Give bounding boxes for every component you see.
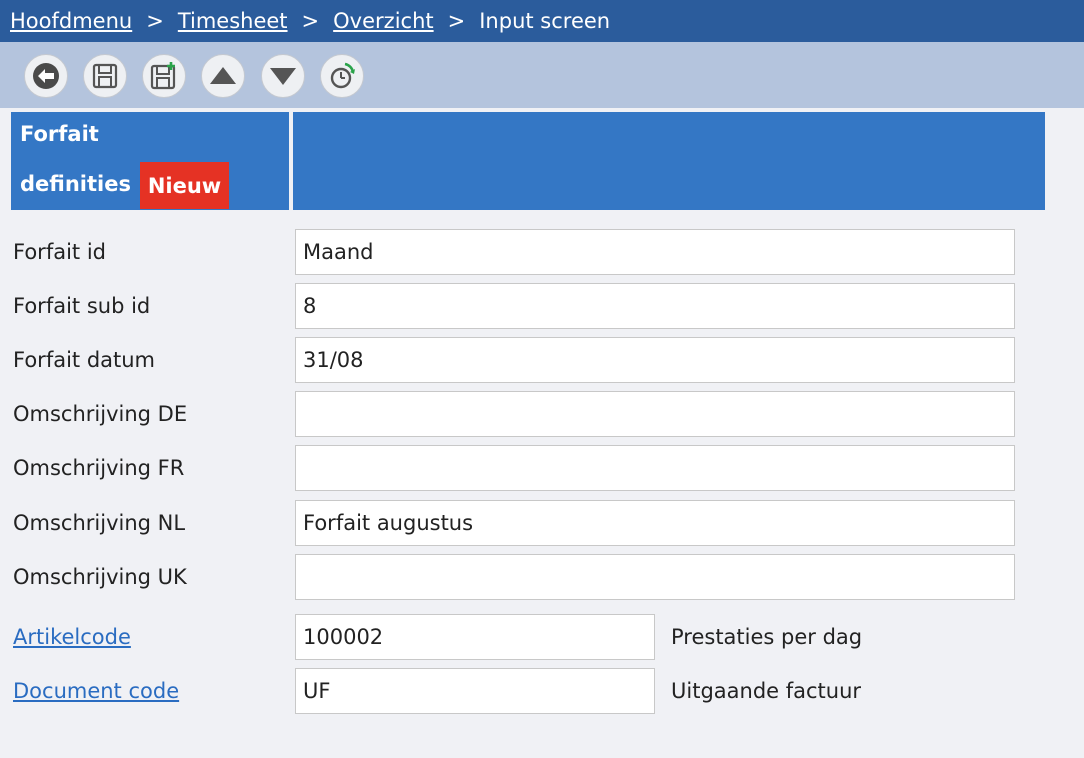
forfait-sub-id-field[interactable] <box>295 283 1015 329</box>
back-button[interactable] <box>24 54 68 98</box>
save-new-button[interactable] <box>142 54 186 98</box>
history-button[interactable] <box>320 54 364 98</box>
field-label: Forfait id <box>13 240 106 264</box>
omschrijving-nl-field[interactable] <box>295 500 1015 546</box>
section-header: Forfait definities Nieuw <box>11 112 289 210</box>
forfait-datum-field[interactable] <box>295 337 1015 383</box>
breadcrumb-link-hoofdmenu[interactable]: Hoofdmenu <box>10 9 132 33</box>
move-down-button[interactable] <box>261 54 305 98</box>
artikelcode-description: Prestaties per dag <box>671 625 863 649</box>
artikelcode-link[interactable]: Artikelcode <box>13 625 131 649</box>
save-button[interactable] <box>83 54 127 98</box>
down-arrow-icon <box>270 68 296 85</box>
section-title: definities <box>20 172 131 196</box>
back-icon <box>33 63 59 89</box>
field-label: Forfait datum <box>13 348 156 372</box>
breadcrumb-link-overzicht[interactable]: Overzicht <box>333 9 433 33</box>
omschrijving-fr-field[interactable] <box>295 445 1015 491</box>
up-arrow-icon <box>210 67 236 84</box>
toolbar <box>0 42 1084 108</box>
omschrijving-uk-field[interactable] <box>295 554 1015 600</box>
save-icon <box>92 63 118 89</box>
breadcrumb-separator: > <box>146 9 164 33</box>
breadcrumb-current: Input screen <box>479 9 611 33</box>
field-label: Omschrijving FR <box>13 456 185 480</box>
artikelcode-field[interactable] <box>295 614 655 660</box>
field-label: Omschrijving NL <box>13 511 186 535</box>
save-new-icon <box>150 62 176 90</box>
breadcrumb-separator: > <box>447 9 466 33</box>
omschrijving-de-field[interactable] <box>295 391 1015 437</box>
field-label: Forfait sub id <box>13 294 151 318</box>
section-title: Forfait <box>20 122 99 146</box>
document-code-link[interactable]: Document code <box>13 679 179 703</box>
move-up-button[interactable] <box>201 54 245 98</box>
breadcrumb: Hoofdmenu > Timesheet > Overzicht > Inpu… <box>0 0 1084 42</box>
history-icon <box>330 62 355 89</box>
field-label: Omschrijving UK <box>13 565 187 589</box>
breadcrumb-link-timesheet[interactable]: Timesheet <box>178 9 288 33</box>
field-label: Omschrijving DE <box>13 402 188 426</box>
breadcrumb-separator: > <box>301 9 320 33</box>
document-code-field[interactable] <box>295 668 655 714</box>
forfait-id-field[interactable] <box>295 229 1015 275</box>
document-code-description: Uitgaande factuur <box>671 679 862 703</box>
status-badge: Nieuw <box>140 162 229 209</box>
section-header-fill <box>293 112 1045 210</box>
